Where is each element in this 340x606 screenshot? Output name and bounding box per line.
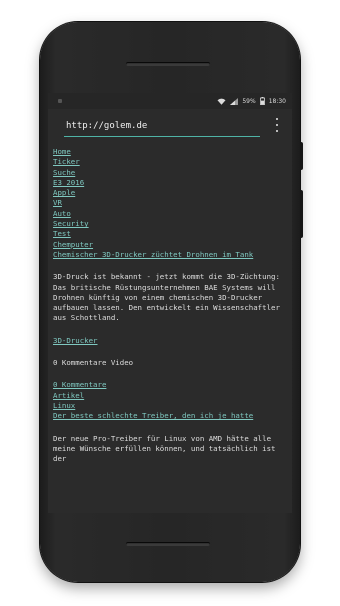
nav-link-e3-2016[interactable]: E3 2016 (53, 178, 287, 188)
browser-toolbar (48, 109, 292, 143)
clock: 18:30 (268, 97, 286, 105)
page-content: Home Ticker Suche E3 2016 Apple VR Auto … (48, 147, 292, 513)
linux-link[interactable]: Linux (53, 401, 287, 411)
comments-link[interactable]: 0 Kommentare (53, 380, 287, 390)
artikel-link[interactable]: Artikel (53, 391, 287, 401)
overflow-menu-icon[interactable] (274, 118, 280, 132)
volume-button (300, 190, 303, 238)
comments-video-line: 0 Kommentare Video (53, 358, 134, 368)
notification-icon (58, 99, 62, 103)
battery-percent: 59% (242, 97, 256, 105)
nav-link-ticker[interactable]: Ticker (53, 157, 287, 167)
phone-screen: 59% 18:30 Home Ticker Such (48, 93, 292, 513)
signal-icon (230, 97, 239, 105)
category-link-group: 3D-Drucker (53, 336, 287, 346)
menu-dot (276, 130, 278, 132)
status-icons: 59% 18:30 (217, 97, 286, 105)
url-input[interactable] (66, 117, 258, 135)
next-article-title-link[interactable]: Der beste schlechte Treiber, den ich je … (53, 411, 287, 421)
nav-link-test[interactable]: Test (53, 229, 287, 239)
nav-link-apple[interactable]: Apple (53, 188, 287, 198)
menu-dot (276, 124, 278, 126)
stage: 59% 18:30 Home Ticker Such (0, 0, 340, 606)
power-button (300, 142, 303, 170)
earpiece-speaker (126, 62, 210, 66)
wifi-icon (217, 98, 226, 105)
nav-links: Home Ticker Suche E3 2016 Apple VR Auto … (53, 147, 287, 260)
nav-link-chemputer[interactable]: Chemputer (53, 240, 287, 250)
secondary-links: 0 Kommentare Artikel Linux Der beste sch… (53, 380, 287, 421)
menu-dot (276, 118, 278, 120)
nav-link-home[interactable]: Home (53, 147, 287, 157)
nav-link-suche[interactable]: Suche (53, 168, 287, 178)
teaser-text: Der neue Pro-Treiber für Linux von AMD h… (53, 433, 276, 464)
bottom-speaker (126, 542, 210, 546)
status-bar: 59% 18:30 (48, 93, 292, 109)
battery-icon (259, 97, 265, 105)
nav-link-auto[interactable]: Auto (53, 209, 287, 219)
url-input-underline (64, 136, 260, 137)
nav-link-security[interactable]: Security (53, 219, 287, 229)
article-title-link[interactable]: Chemischer 3D-Drucker züchtet Drohnen im… (53, 250, 287, 260)
category-link[interactable]: 3D-Drucker (53, 336, 287, 346)
article-intro: 3D-Druck ist bekannt - jetzt kommt die 3… (53, 272, 280, 323)
nav-link-vr[interactable]: VR (53, 198, 287, 208)
